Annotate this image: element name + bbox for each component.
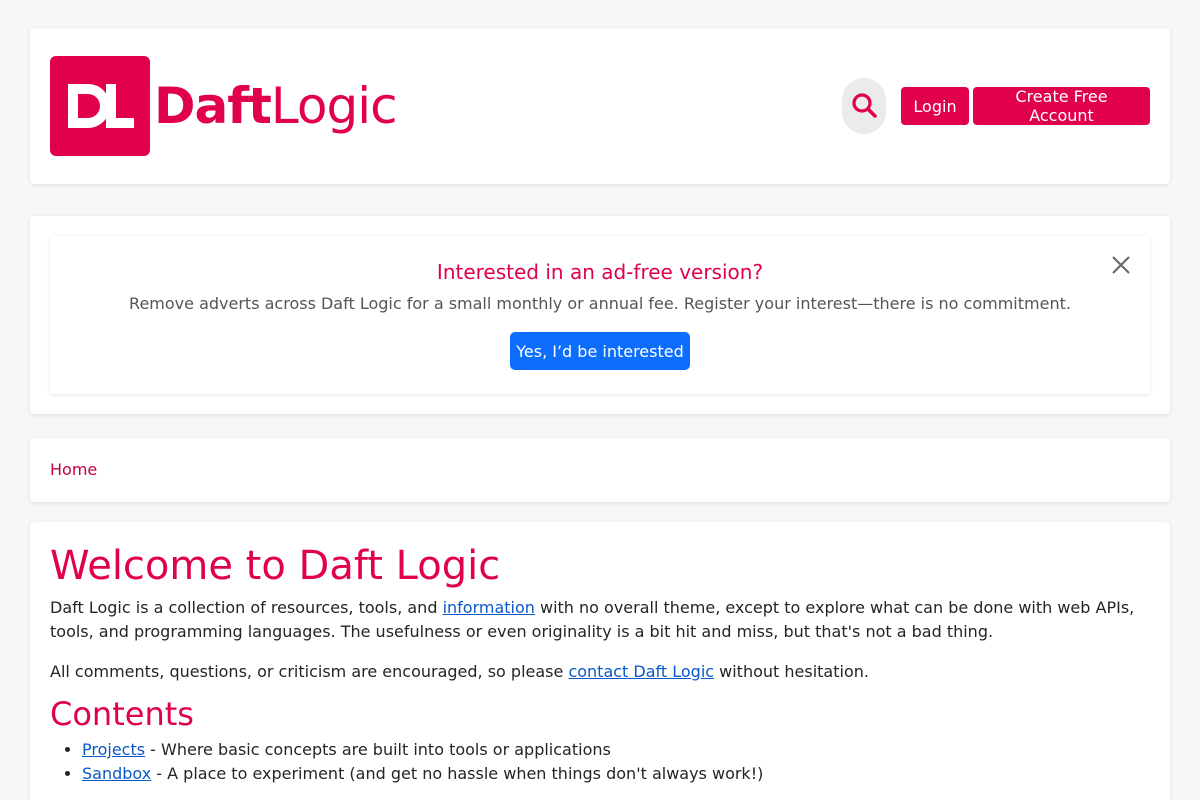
site-header: DaftLogic Login Create Free Account bbox=[30, 28, 1170, 184]
logo-wordmark: DaftLogic bbox=[154, 77, 398, 135]
interested-button[interactable]: Yes, I’d be interested bbox=[510, 332, 690, 370]
close-icon bbox=[1110, 256, 1132, 279]
list-item: Sandbox - A place to experiment (and get… bbox=[82, 762, 1150, 786]
banner-title: Interested in an ad-free version? bbox=[436, 260, 764, 284]
intro-text-start: Daft Logic is a collection of resources,… bbox=[50, 598, 443, 617]
site-logo[interactable]: DaftLogic bbox=[50, 56, 398, 156]
breadcrumb-home-link[interactable]: Home bbox=[50, 460, 97, 479]
sandbox-description: - A place to experiment (and get no hass… bbox=[151, 764, 764, 783]
projects-link[interactable]: Projects bbox=[82, 740, 145, 759]
page-title: Welcome to Daft Logic bbox=[50, 543, 501, 589]
contact-link[interactable]: contact Daft Logic bbox=[568, 662, 714, 681]
information-link[interactable]: information bbox=[443, 598, 535, 617]
search-icon bbox=[851, 92, 877, 121]
login-button[interactable]: Login bbox=[901, 87, 969, 125]
contents-list: Projects - Where basic concepts are buil… bbox=[50, 738, 1150, 786]
ad-free-banner: Interested in an ad-free version? Remove… bbox=[50, 236, 1150, 394]
sandbox-link[interactable]: Sandbox bbox=[82, 764, 151, 783]
ad-free-banner-card: Interested in an ad-free version? Remove… bbox=[30, 216, 1170, 414]
projects-description: - Where basic concepts are built into to… bbox=[145, 740, 611, 759]
main-content: Welcome to Daft Logic Daft Logic is a co… bbox=[30, 522, 1170, 800]
search-button[interactable] bbox=[842, 78, 886, 134]
close-banner-button[interactable] bbox=[1110, 254, 1132, 276]
banner-text: Remove adverts across Daft Logic for a s… bbox=[129, 294, 1071, 313]
contents-heading: Contents bbox=[50, 695, 194, 733]
logo-mark bbox=[50, 56, 150, 156]
intro-paragraph: Daft Logic is a collection of resources,… bbox=[50, 596, 1150, 644]
comments-text-start: All comments, questions, or criticism ar… bbox=[50, 662, 569, 681]
comments-text-end: without hesitation. bbox=[714, 662, 869, 681]
comments-paragraph: All comments, questions, or criticism ar… bbox=[50, 660, 1150, 684]
list-item: Projects - Where basic concepts are buil… bbox=[82, 738, 1150, 762]
create-account-button[interactable]: Create Free Account bbox=[973, 87, 1150, 125]
breadcrumb: Home bbox=[30, 438, 1170, 502]
